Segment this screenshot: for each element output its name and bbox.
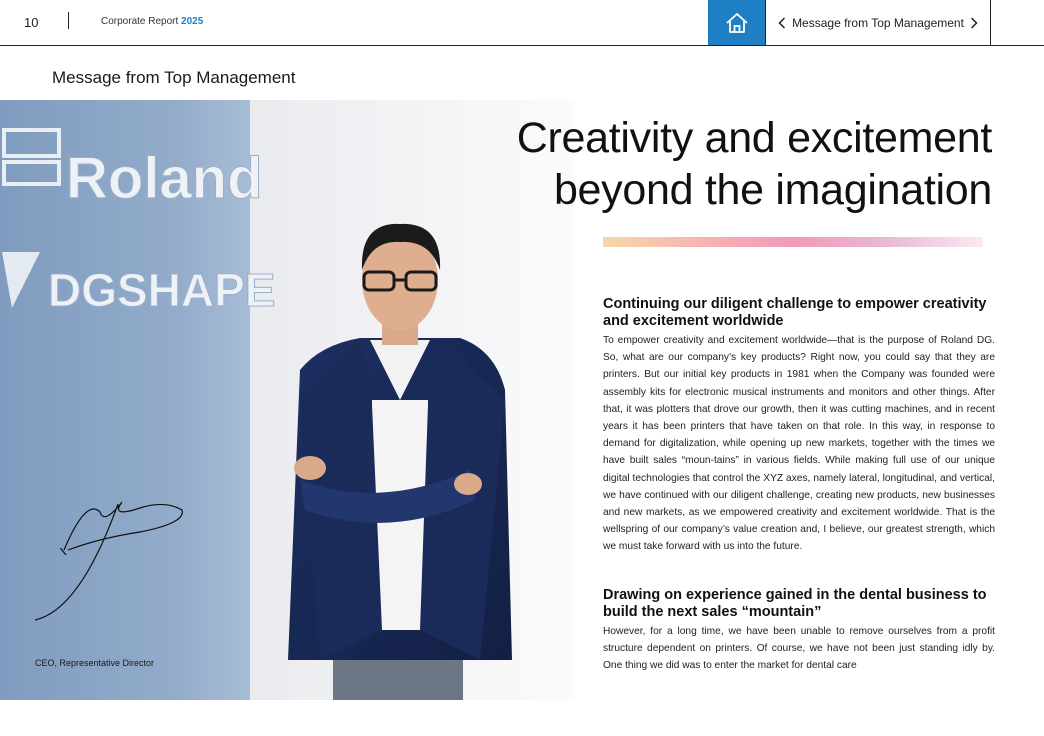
section-heading-2: Drawing on experience gained in the dent… — [603, 587, 987, 620]
section-body-1: To empower creativity and excitement wor… — [603, 335, 995, 553]
headline-line-1: Creativity and excitement — [516, 114, 993, 162]
header-divider — [68, 12, 69, 29]
section-dental-business: Drawing on experience gained in the dent… — [603, 587, 995, 675]
section-heading-1: Continuing our diligent challenge to emp… — [603, 296, 987, 329]
report-title-text: Corporate Report — [101, 16, 179, 27]
nav-title[interactable]: Message from Top Management — [792, 16, 964, 30]
report-title: Corporate Report 2025 — [101, 16, 203, 27]
home-icon — [725, 12, 748, 33]
headline: Creativity and excitement beyond the ima… — [392, 112, 993, 216]
next-page-button[interactable] — [970, 16, 978, 29]
section-navigator: Message from Top Management — [765, 0, 991, 45]
wall-logo-dgshape: DGSHAPE — [48, 264, 275, 316]
chevron-left-icon — [778, 16, 786, 29]
previous-page-button[interactable] — [778, 16, 786, 29]
page-number: 10 — [24, 15, 39, 30]
ceo-caption: CEO, Representative Director — [35, 658, 155, 668]
wall-logo-roland: Roland — [66, 146, 263, 211]
top-bar: 10 Corporate Report 2025 Message from To… — [0, 0, 1044, 46]
section-body-2: However, for a long time, we have been u… — [603, 626, 995, 672]
headline-line-2: beyond the imagination — [553, 166, 992, 214]
section-continuing-challenge: Continuing our diligent challenge to emp… — [603, 296, 995, 556]
report-year: 2025 — [181, 16, 204, 27]
decorative-gradient-bar — [603, 237, 983, 247]
home-button[interactable] — [708, 0, 765, 45]
chevron-right-icon — [970, 16, 978, 29]
section-heading: Message from Top Management — [52, 68, 296, 87]
